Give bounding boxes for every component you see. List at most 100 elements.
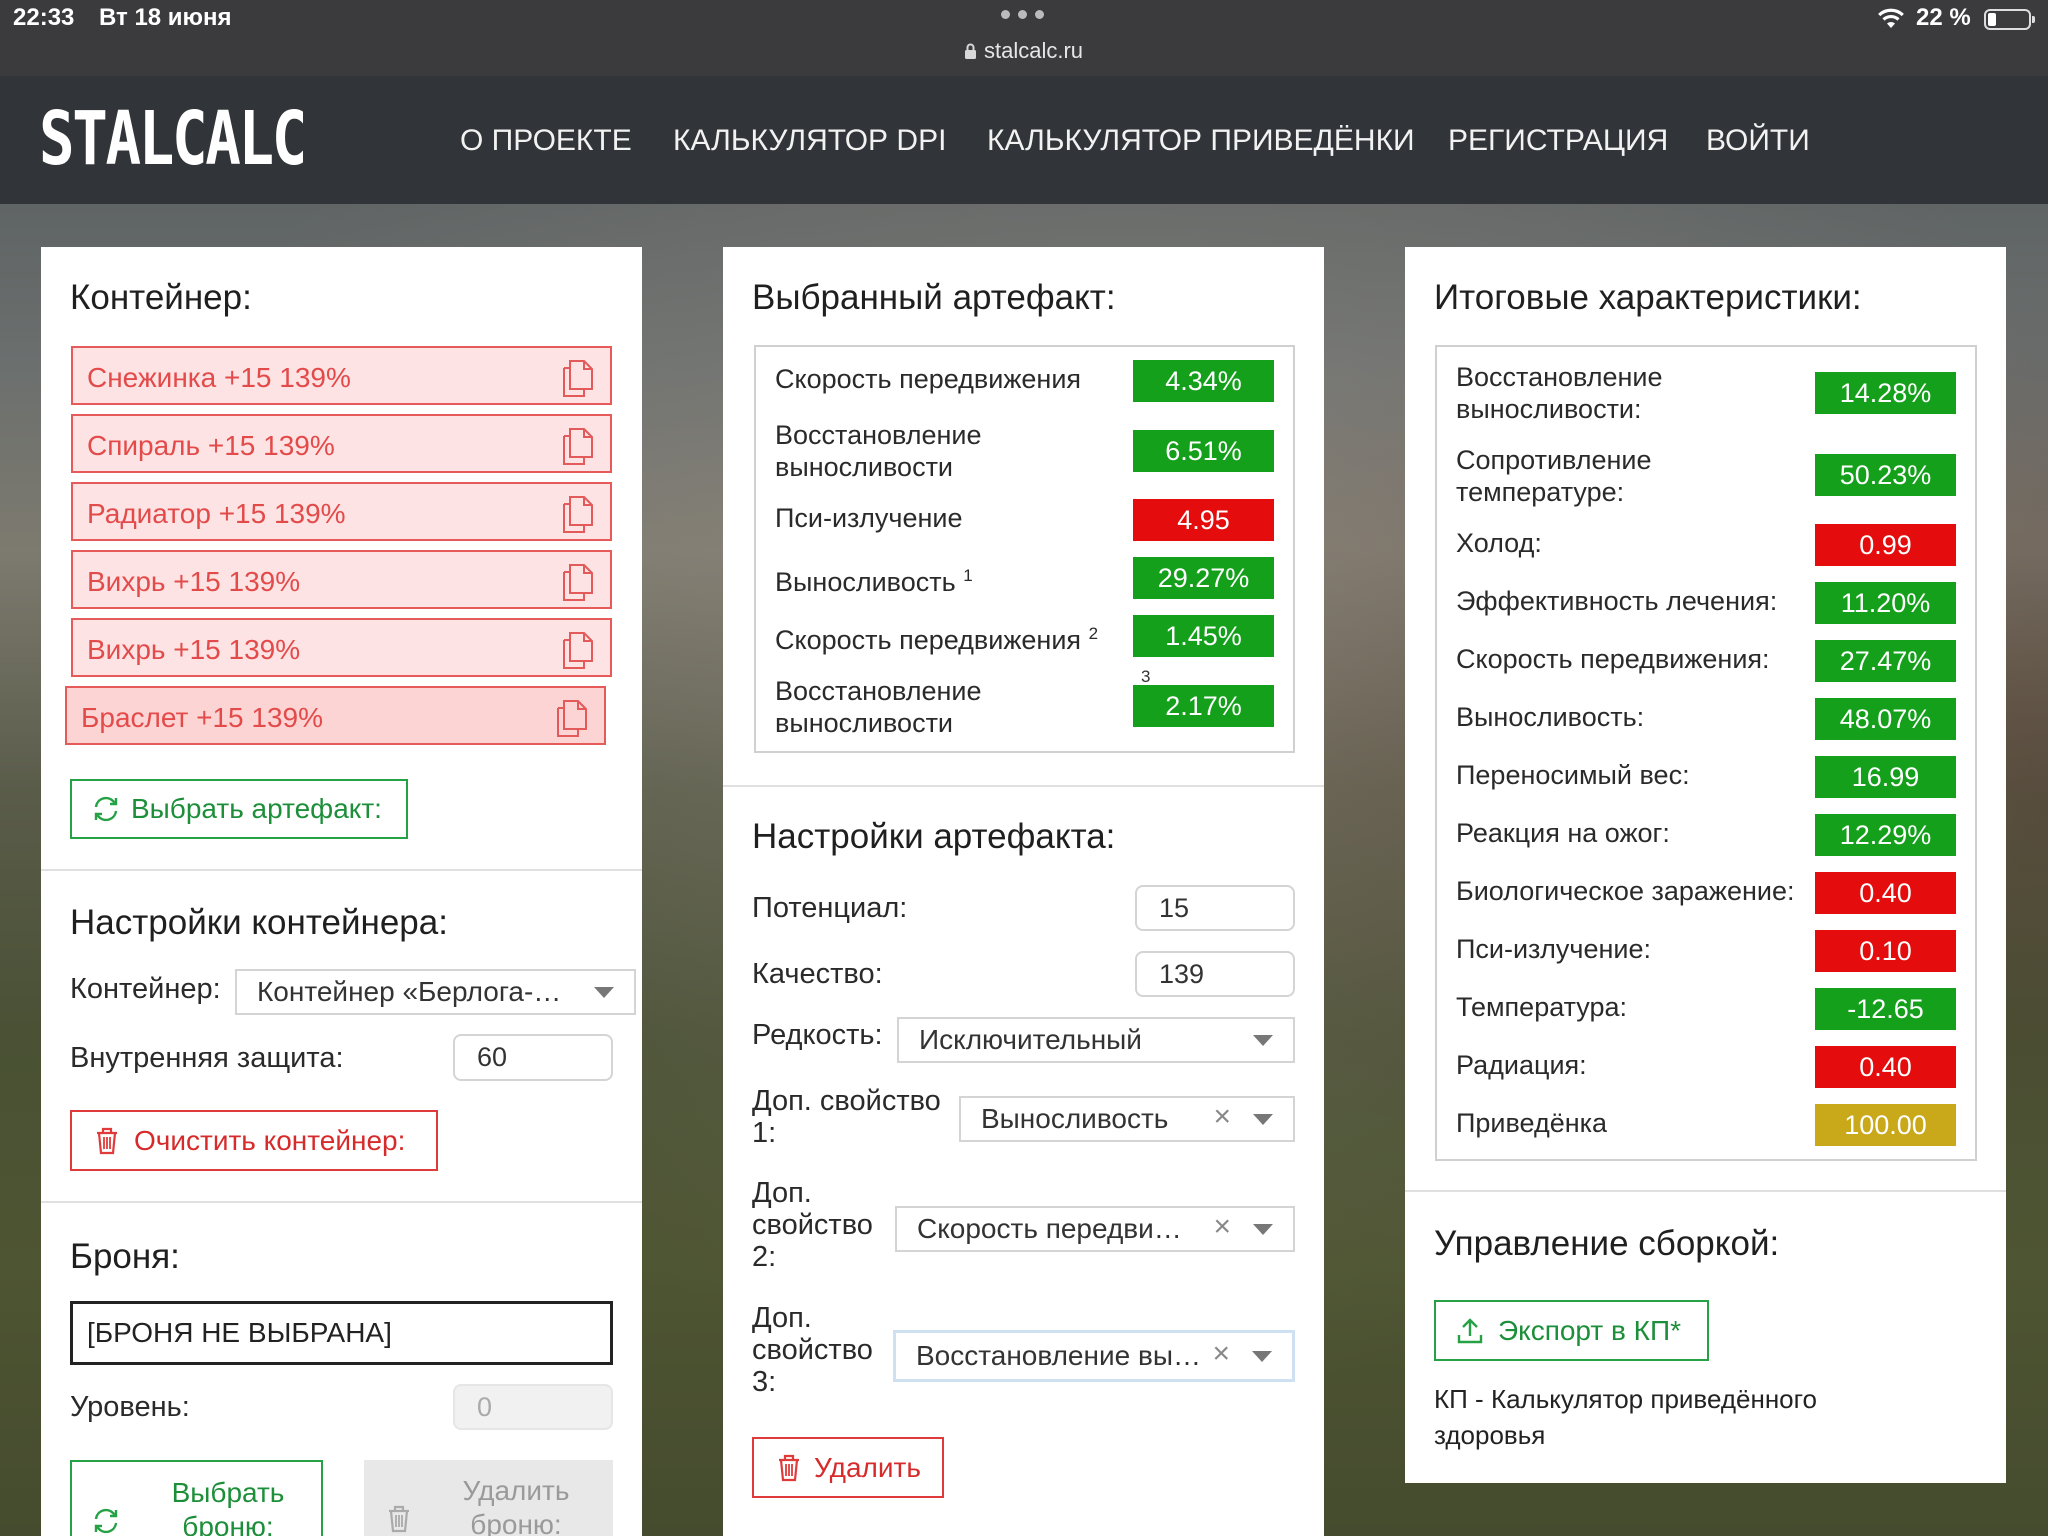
battery-icon — [1984, 9, 2035, 30]
total-stat-value: 48.07% — [1815, 698, 1956, 740]
armor-field[interactable]: [БРОНЯ НЕ ВЫБРАНА] — [70, 1301, 613, 1365]
total-stat-label: Биологическое заражение: — [1456, 876, 1795, 906]
container-artifact-slot[interactable]: Снежинка +15 139% — [71, 346, 612, 405]
totals-title: Итоговые характеристики: — [1434, 278, 1862, 317]
extra-property-2-select[interactable]: Скорость передви… × — [895, 1206, 1295, 1252]
close-icon[interactable]: × — [1212, 1339, 1230, 1369]
chevron-down-icon — [1252, 1351, 1272, 1362]
footnote-marker: 2 — [1088, 624, 1099, 643]
stat-value: 6.51% — [1133, 430, 1274, 472]
select-armor-button[interactable]: Выбрать броню: — [70, 1460, 323, 1536]
select-artifact-label: Выбрать артефакт: — [131, 793, 382, 824]
total-stat-value: 12.29% — [1815, 814, 1956, 856]
rarity-value: Исключительный — [919, 1024, 1142, 1055]
copy-icon[interactable] — [560, 358, 596, 398]
remove-armor-label: Удалить броню: — [462, 1475, 570, 1536]
inner-protection-input[interactable]: 60 — [453, 1034, 613, 1081]
total-stat-value: 11.20% — [1815, 582, 1956, 624]
chevron-down-icon — [1253, 1224, 1273, 1235]
potential-label: Потенциал: — [752, 892, 908, 924]
copy-icon[interactable] — [554, 698, 590, 738]
clear-container-button[interactable]: Очистить контейнер: — [70, 1110, 438, 1171]
clear-container-label: Очистить контейнер: — [134, 1124, 406, 1156]
stat-value: 2.17% — [1133, 685, 1274, 727]
selected-artifact-title: Выбранный артефакт: — [752, 278, 1116, 317]
nav-about[interactable]: О ПРОЕКТЕ — [460, 124, 632, 158]
armor-level-input[interactable]: 0 — [453, 1384, 613, 1430]
nav-login[interactable]: ВОЙТИ — [1706, 124, 1810, 158]
container-type-select[interactable]: Контейнер «Берлога-… — [235, 969, 636, 1015]
container-card: Контейнер: Снежинка +15 139% Спираль +15… — [41, 247, 642, 1536]
artifact-card: Выбранный артефакт: Скорость передвижени… — [723, 247, 1324, 1536]
divider — [723, 785, 1324, 787]
footnote-marker: 1 — [963, 566, 973, 585]
artifact-name: Вихрь +15 139% — [87, 566, 301, 597]
extra-property-2-value: Скорость передви… — [917, 1213, 1182, 1244]
container-artifact-slot[interactable]: Радиатор +15 139% — [71, 482, 612, 541]
total-stat-label: Выносливость: — [1456, 702, 1645, 732]
close-icon[interactable]: × — [1213, 1102, 1231, 1132]
total-stat-label: Холод: — [1456, 528, 1542, 558]
potential-input[interactable]: 15 — [1135, 885, 1295, 931]
chevron-down-icon — [594, 987, 614, 998]
address-bar[interactable]: stalcalc.ru — [964, 38, 1083, 64]
artifact-stats-table: Скорость передвижения 4.34% Восстановлен… — [754, 345, 1295, 753]
footnote-marker: 3 — [1141, 667, 1151, 686]
armor-value: [БРОНЯ НЕ ВЫБРАНА] — [87, 1317, 392, 1348]
rarity-select[interactable]: Исключительный — [897, 1017, 1295, 1063]
select-artifact-button[interactable]: Выбрать артефакт: — [70, 779, 408, 839]
container-title: Контейнер: — [70, 278, 252, 317]
ios-status-bar: 22:33 Вт 18 июня stalcalc.ru 22 % — [0, 0, 2048, 76]
armor-level-label: Уровень: — [70, 1391, 190, 1423]
extra-property-1-select[interactable]: Выносливость × — [959, 1096, 1295, 1142]
total-stat-value: -12.65 — [1815, 988, 1956, 1030]
upload-icon — [1457, 1317, 1483, 1343]
extra-property-3-select[interactable]: Восстановление вы… × — [893, 1330, 1295, 1382]
trash-icon — [389, 1505, 409, 1533]
extra-property-3-label: Доп. свойство 3: — [752, 1302, 873, 1398]
nav-dpi-calculator[interactable]: КАЛЬКУЛЯТОР DPI — [673, 124, 946, 158]
battery-percent: 22 % — [1916, 4, 1971, 31]
copy-icon[interactable] — [560, 426, 596, 466]
nav-register[interactable]: РЕГИСТРАЦИЯ — [1448, 124, 1668, 158]
container-artifact-slot[interactable]: Вихрь +15 139% — [71, 550, 612, 609]
wifi-icon — [1878, 8, 1904, 28]
delete-artifact-button[interactable]: Удалить — [752, 1437, 944, 1498]
container-settings-title: Настройки контейнера: — [70, 903, 448, 942]
totals-card: Итоговые характеристики: Восстановление … — [1405, 247, 2006, 1483]
divider — [1405, 1190, 2006, 1192]
total-stat-value: 27.47% — [1815, 640, 1956, 682]
nav-reduced-health-calculator[interactable]: КАЛЬКУЛЯТОР ПРИВЕДЁНКИ — [987, 124, 1415, 158]
inner-protection-label: Внутренняя защита: — [70, 1042, 344, 1074]
quality-input[interactable]: 139 — [1135, 951, 1295, 997]
stat-label: Скорость передвижения — [775, 364, 1082, 394]
trash-icon — [779, 1454, 799, 1481]
container-artifact-slot[interactable]: Вихрь +15 139% — [71, 618, 612, 677]
extra-property-2-label: Доп. свойство 2: — [752, 1177, 873, 1273]
site-logo[interactable]: STALCALC — [39, 102, 307, 176]
container-artifact-slot-hovered[interactable]: Браслет +15 139% — [65, 686, 606, 745]
artifact-name: Спираль +15 139% — [87, 430, 335, 461]
extra-property-1-label: Доп. свойство 1: — [752, 1085, 941, 1149]
stat-value: 29.27% — [1133, 557, 1274, 599]
artifact-name: Браслет +15 139% — [81, 702, 323, 733]
chevron-down-icon — [1253, 1035, 1273, 1046]
more-dots-icon[interactable] — [1001, 10, 1044, 19]
armor-level-value: 0 — [477, 1391, 493, 1422]
copy-icon[interactable] — [560, 494, 596, 534]
copy-icon[interactable] — [560, 562, 596, 602]
calculator-footnote: КП - Калькулятор приведённого здоровья — [1434, 1384, 1818, 1450]
remove-armor-button[interactable]: Удалить броню: — [364, 1460, 613, 1536]
total-stat-label: Сопротивление температуре: — [1456, 445, 1652, 507]
quality-label: Качество: — [752, 958, 883, 990]
container-artifact-slot[interactable]: Спираль +15 139% — [71, 414, 612, 473]
total-stat-label: Пси-излучение: — [1456, 934, 1651, 964]
total-stat-value: 0.10 — [1815, 930, 1956, 972]
total-stat-value: 50.23% — [1815, 454, 1956, 496]
export-button[interactable]: Экспорт в КП* — [1434, 1300, 1709, 1361]
extra-property-1-value: Выносливость — [981, 1103, 1169, 1134]
close-icon[interactable]: × — [1213, 1212, 1231, 1242]
extra-property-3-value: Восстановление вы… — [916, 1340, 1201, 1371]
copy-icon[interactable] — [560, 630, 596, 670]
potential-value: 15 — [1159, 892, 1190, 923]
